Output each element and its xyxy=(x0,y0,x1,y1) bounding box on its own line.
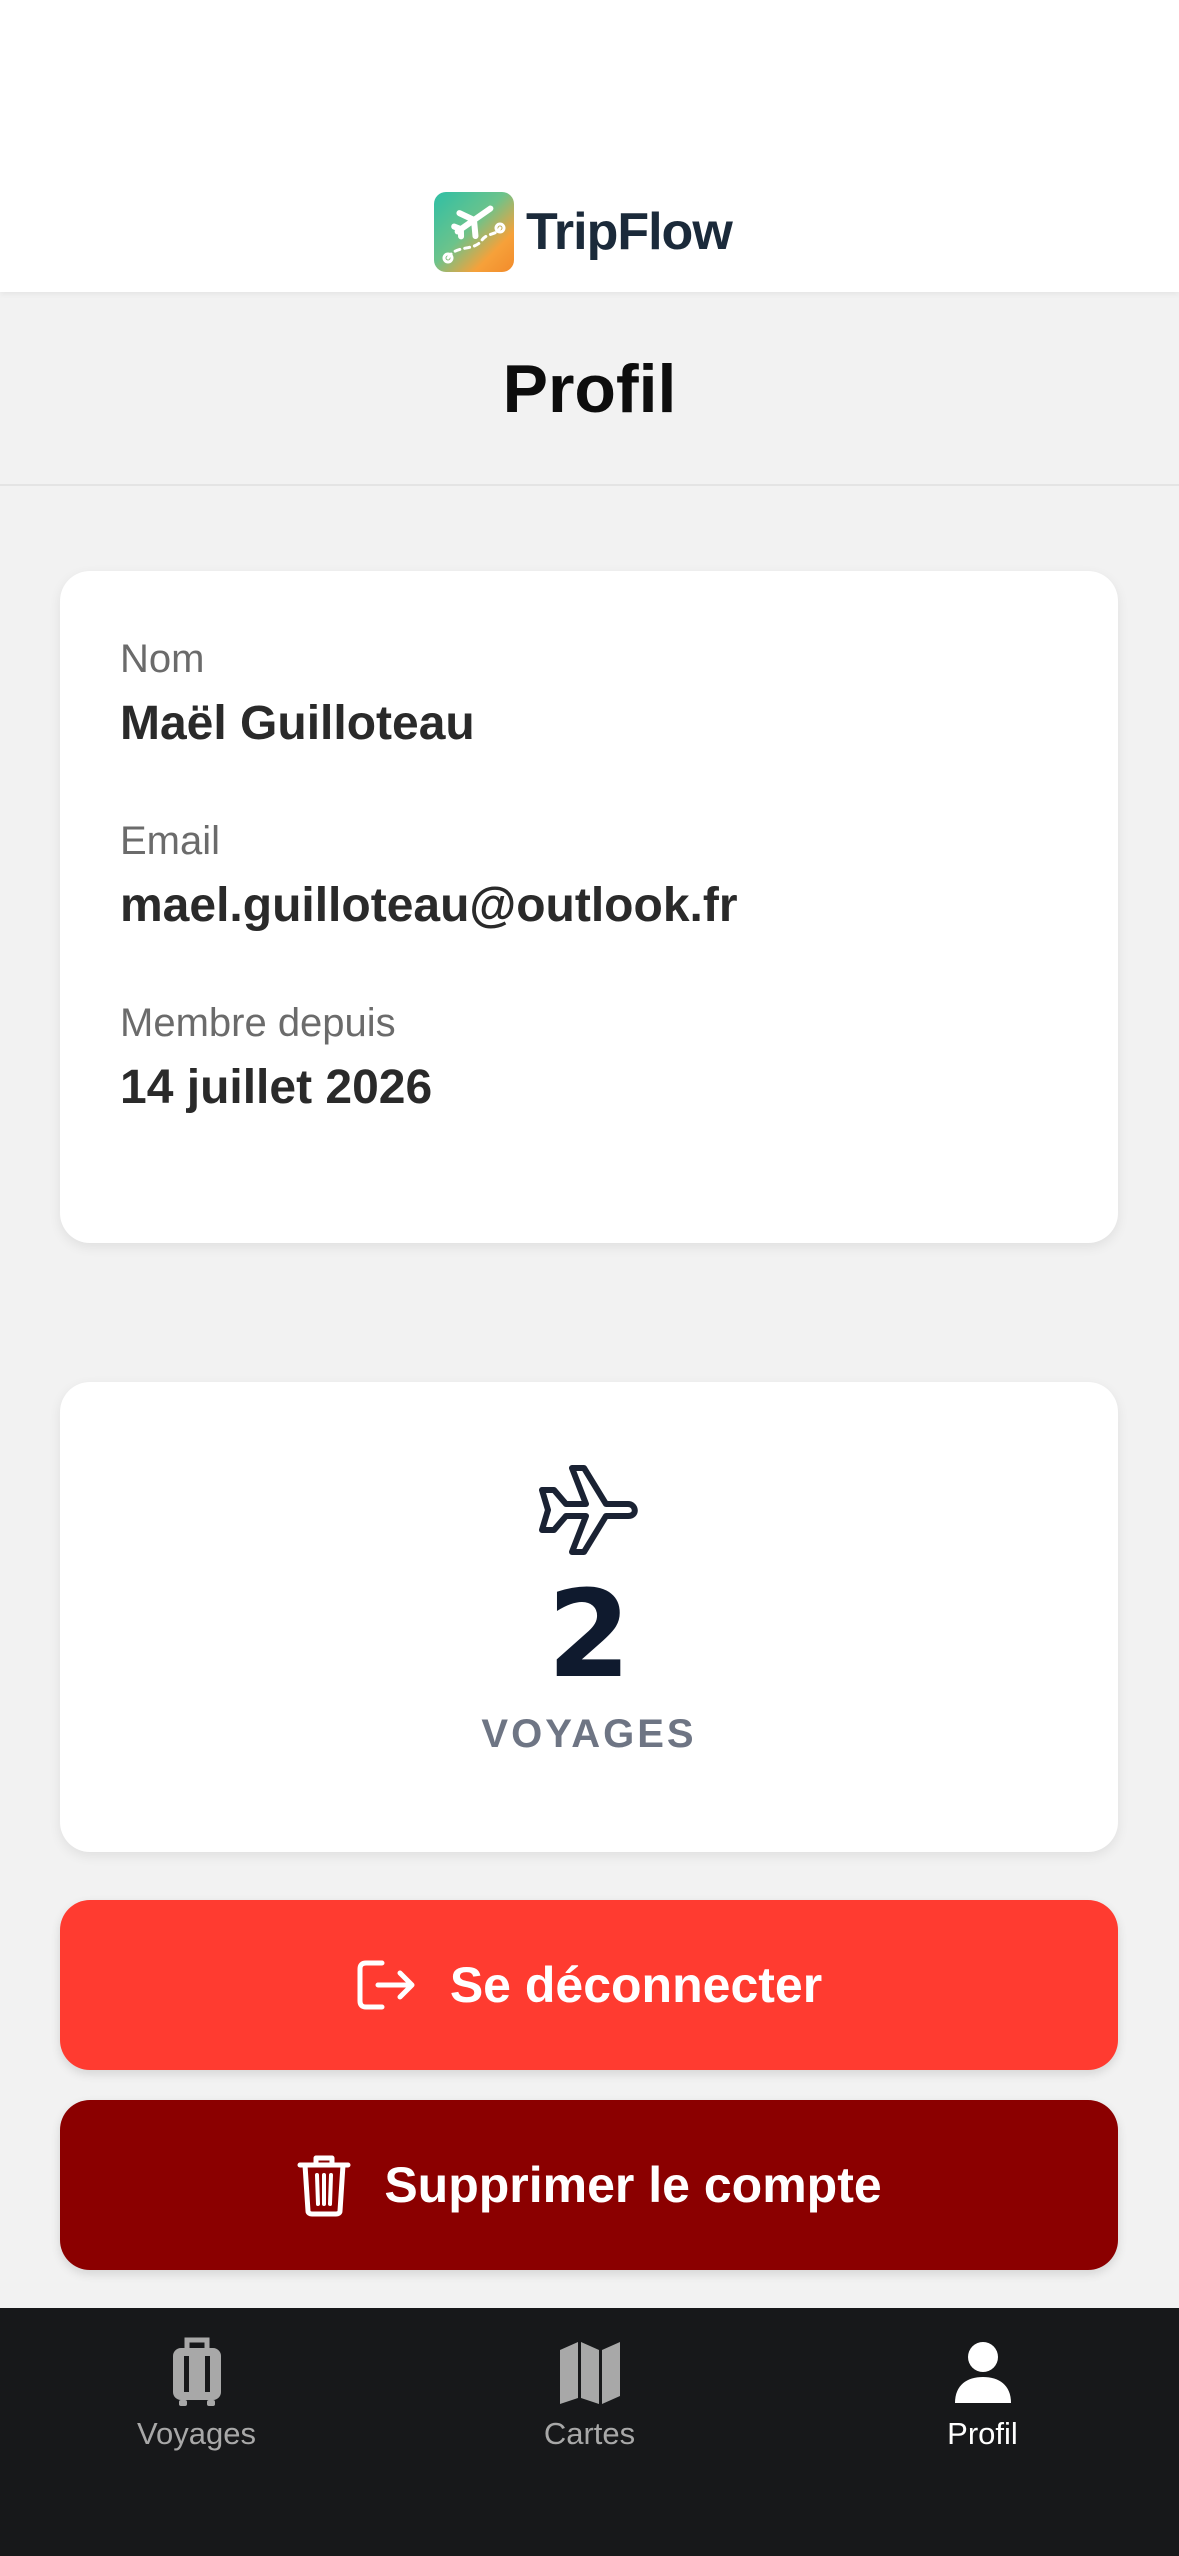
suitcase-icon xyxy=(169,2334,225,2410)
member-since-field: Membre depuis 14 juillet 2026 xyxy=(120,995,1058,1123)
page-title-bar: Profil xyxy=(0,292,1179,486)
plane-route-logo-icon xyxy=(434,192,514,272)
brand-name: TripFlow xyxy=(526,203,733,261)
person-icon xyxy=(951,2334,1015,2410)
plane-icon xyxy=(534,1460,644,1560)
name-label: Nom xyxy=(120,637,205,681)
name-field: Nom Maël Guilloteau xyxy=(120,631,1058,759)
email-field: Email mael.guilloteau@outlook.fr xyxy=(120,813,1058,941)
tab-profil[interactable]: Profil xyxy=(786,2308,1179,2556)
brand: TripFlow xyxy=(434,192,733,272)
trips-label: VOYAGES xyxy=(481,1712,697,1756)
trips-count: 2 xyxy=(547,1566,631,1705)
trips-stats-card: 2 VOYAGES xyxy=(60,1382,1118,1852)
delete-account-button[interactable]: Supprimer le compte xyxy=(60,2100,1118,2270)
page-title: Profil xyxy=(502,351,677,427)
profile-info-card: Nom Maël Guilloteau Email mael.guillotea… xyxy=(60,571,1118,1243)
tab-voyages-label: Voyages xyxy=(137,2416,256,2451)
name-value: Maël Guilloteau xyxy=(120,697,475,750)
logout-label: Se déconnecter xyxy=(449,1957,823,2013)
tab-voyages[interactable]: Voyages xyxy=(0,2308,393,2556)
member-since-value: 14 juillet 2026 xyxy=(120,1061,433,1114)
tab-cartes[interactable]: Cartes xyxy=(393,2308,786,2556)
email-label: Email xyxy=(120,819,221,863)
bottom-tab-bar: Voyages Cartes Profil xyxy=(0,2308,1179,2556)
tab-cartes-label: Cartes xyxy=(543,2416,636,2451)
logout-button[interactable]: Se déconnecter xyxy=(60,1900,1118,2070)
tab-profil-label: Profil xyxy=(947,2416,1018,2451)
email-value: mael.guilloteau@outlook.fr xyxy=(120,879,738,932)
member-since-label: Membre depuis xyxy=(120,1001,396,1045)
trash-icon xyxy=(296,2153,352,2217)
map-icon xyxy=(556,2334,624,2410)
delete-account-label: Supprimer le compte xyxy=(384,2157,882,2213)
logout-icon xyxy=(356,1957,418,2013)
app-header: TripFlow xyxy=(0,0,1179,292)
